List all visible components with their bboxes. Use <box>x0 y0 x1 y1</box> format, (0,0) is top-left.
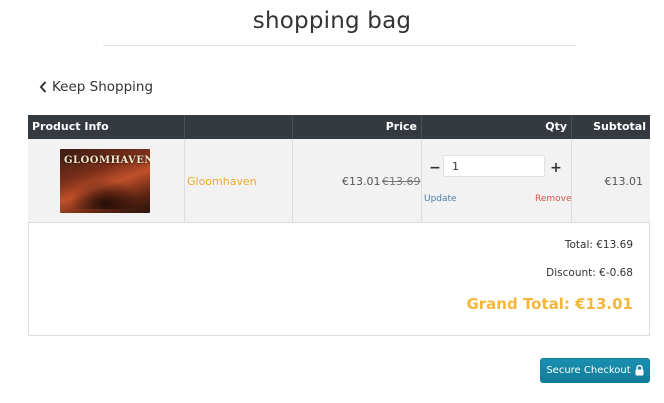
keep-shopping-label: Keep Shopping <box>52 79 154 95</box>
keep-shopping-link[interactable]: Keep Shopping <box>39 79 153 95</box>
col-qty: Qty <box>421 115 571 139</box>
col-product-info: Product Info <box>32 120 109 133</box>
col-blank <box>184 115 292 139</box>
lock-icon <box>635 365 644 376</box>
secure-checkout-button[interactable]: Secure Checkout <box>540 358 650 383</box>
product-image[interactable]: GLOOMHAVEN <box>60 149 150 213</box>
cell-image: GLOOMHAVEN <box>28 139 184 222</box>
title-divider <box>103 45 576 46</box>
discount-amount: Discount: €-0.68 <box>546 267 633 279</box>
cart-table: Product Info Price Qty Subtotal GLOOMHAV… <box>28 115 650 336</box>
quantity-decrease-button[interactable]: − <box>428 159 442 177</box>
price-current: €13.01 <box>342 175 381 188</box>
page-title: shopping bag <box>252 8 412 34</box>
checkout-label: Secure Checkout <box>546 365 631 376</box>
remove-link[interactable]: Remove <box>535 194 572 204</box>
product-name-link[interactable]: Gloomhaven <box>187 175 257 188</box>
cell-qty <box>421 139 571 222</box>
quantity-input[interactable] <box>443 155 545 177</box>
product-image-logo: GLOOMHAVEN <box>64 155 150 166</box>
chevron-left-icon <box>39 81 47 93</box>
quantity-increase-button[interactable]: + <box>549 159 563 177</box>
row-subtotal: €13.01 <box>604 175 644 188</box>
update-link[interactable]: Update <box>424 194 457 204</box>
price-original: €13.69 <box>382 175 421 188</box>
table-row: GLOOMHAVEN Gloomhaven €13.01 €13.69 − + … <box>28 139 650 223</box>
total-amount: Total: €13.69 <box>564 239 633 251</box>
totals-panel: Total: €13.69 Discount: €-0.68 Grand Tot… <box>28 223 650 336</box>
col-price: Price <box>292 115 421 139</box>
product-image-art <box>70 179 140 209</box>
table-header: Product Info Price Qty Subtotal <box>28 115 650 139</box>
col-subtotal: Subtotal <box>571 115 650 139</box>
grand-total: Grand Total: €13.01 <box>466 295 633 313</box>
